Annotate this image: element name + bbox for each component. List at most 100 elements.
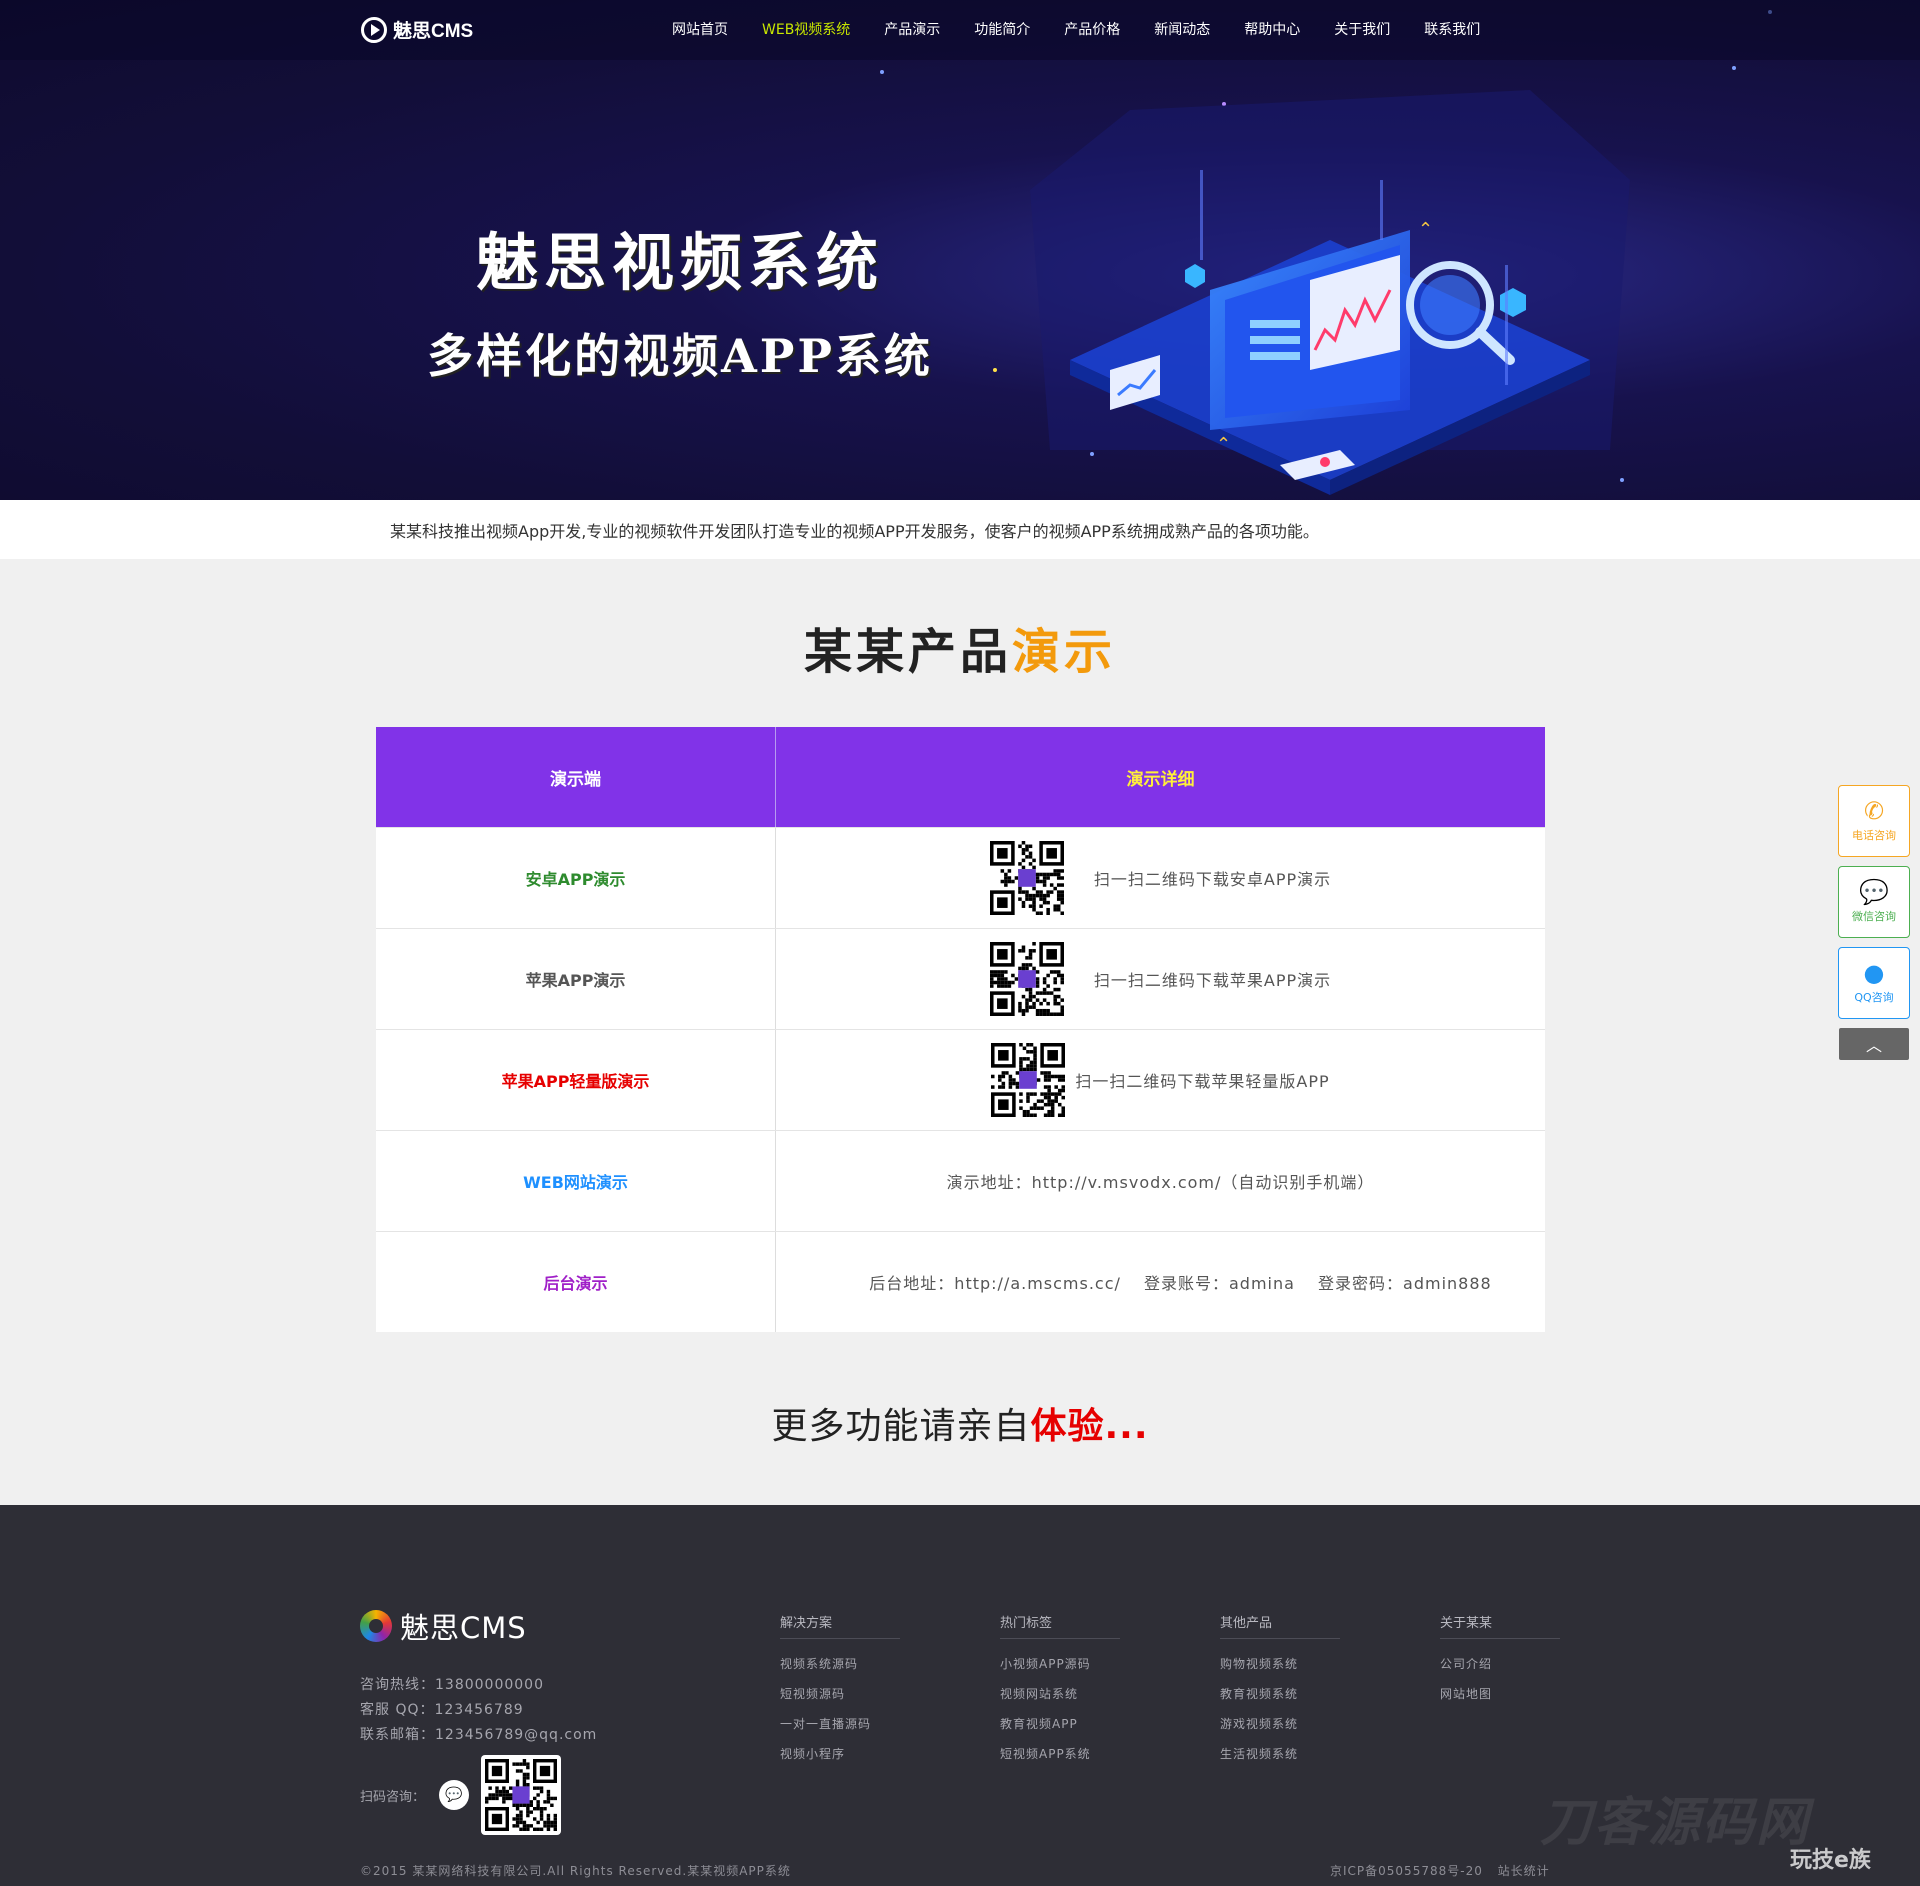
- contact-phone: 咨询热线：13800000000: [360, 1677, 544, 1693]
- footer-link[interactable]: 小视频APP源码: [1000, 1649, 1120, 1679]
- footer-contact: 咨询热线：13800000000 客服 QQ：123456789 联系邮箱：12…: [360, 1673, 597, 1748]
- contact-qq: 客服 QQ：123456789: [360, 1702, 524, 1718]
- table-row: 后台演示 后台地址：http://a.mscms.cc/ 登录账号：admina…: [376, 1231, 1545, 1332]
- contact-email: 联系邮箱：123456789@qq.com: [360, 1727, 598, 1743]
- footer-icp: 京ICP备05055788号-20 站长统计: [1330, 1862, 1550, 1879]
- footer-link[interactable]: 生活视频系统: [1220, 1739, 1340, 1769]
- footer-link[interactable]: 视频小程序: [780, 1739, 900, 1769]
- footer-col-title: 热门标签: [1000, 1612, 1120, 1639]
- row-details: 演示地址：http://v.msvodx.com/（自动识别手机端）: [776, 1131, 1545, 1231]
- footer-logo-text: 魅思CMS: [400, 1611, 527, 1645]
- phone-icon: ✆: [1863, 797, 1885, 825]
- section-title: 某某产品演示: [0, 612, 1920, 682]
- chevron-up-icon: ︿: [1865, 1036, 1882, 1055]
- table-row: 苹果APP轻量版演示 扫一扫二维码下载苹果轻量版APP: [376, 1029, 1545, 1130]
- footer-link[interactable]: 教育视频APP: [1000, 1709, 1120, 1739]
- footer-logo[interactable]: 魅思CMS: [360, 1605, 527, 1647]
- logo-text: 魅思CMS: [393, 21, 474, 42]
- demo-table: 演示端 演示详细 安卓APP演示 扫一扫二维码下载安卓APP演示 苹果APP演示…: [376, 727, 1545, 1332]
- hero-banner: 魅思CMS 网站首页 WEB视频系统 产品演示 功能简介 产品价格 新闻动态 帮…: [0, 0, 1920, 500]
- watermark: 刀客源码网: [1540, 1793, 1811, 1853]
- row-details: 扫一扫二维码下载安卓APP演示: [776, 828, 1545, 928]
- stats-link[interactable]: 站长统计: [1498, 1864, 1550, 1878]
- row-details: 扫一扫二维码下载苹果APP演示: [776, 929, 1545, 1029]
- qq-consult-label: QQ咨询: [1854, 991, 1894, 1004]
- more-features-text: 更多功能请亲自体验...: [0, 1397, 1920, 1449]
- footer-link[interactable]: 一对一直播源码: [780, 1709, 900, 1739]
- side-float-bar: ✆ 电话咨询 💬 微信咨询 ● QQ咨询 ︿: [1838, 785, 1910, 1060]
- menu-contact[interactable]: 联系我们: [1424, 19, 1480, 39]
- footer-link[interactable]: 视频网站系统: [1000, 1679, 1120, 1709]
- back-to-top-button[interactable]: ︿: [1839, 1028, 1909, 1060]
- row-details: 扫一扫二维码下载苹果轻量版APP: [776, 1030, 1545, 1130]
- more-text: 更多功能请亲自: [771, 1406, 1031, 1447]
- intro-strip: 某某科技推出视频App开发,专业的视频软件开发团队打造专业的视频APP开发服务，…: [0, 500, 1920, 559]
- watermark-corner: 玩技e族: [1790, 1848, 1871, 1873]
- footer-link[interactable]: 购物视频系统: [1220, 1649, 1340, 1679]
- row-platform-admin: 后台演示: [376, 1232, 776, 1332]
- footer-link[interactable]: 公司介绍: [1440, 1649, 1560, 1679]
- table-header: 演示端 演示详细: [376, 727, 1545, 827]
- icp-link[interactable]: 京ICP备05055788号-20: [1330, 1864, 1483, 1878]
- wechat-consult-label: 微信咨询: [1852, 910, 1896, 923]
- menu-features[interactable]: 功能简介: [974, 19, 1030, 39]
- phone-consult-label: 电话咨询: [1852, 829, 1896, 842]
- row-detail-link[interactable]: 演示地址：http://v.msvodx.com/（自动识别手机端）: [947, 1169, 1375, 1193]
- footer-link[interactable]: 教育视频系统: [1220, 1679, 1340, 1709]
- qr-code-icon: [989, 942, 1064, 1016]
- header-details: 演示详细: [1126, 769, 1195, 790]
- footer-link[interactable]: 短视频APP系统: [1000, 1739, 1120, 1769]
- row-platform-ios: 苹果APP演示: [376, 929, 776, 1029]
- hero-heading: 魅思视频系统 多样化的视频APP系统: [400, 212, 960, 386]
- footer-col-title: 关于某某: [1440, 1612, 1560, 1639]
- menu-news[interactable]: 新闻动态: [1154, 19, 1210, 39]
- row-detail-text: 扫一扫二维码下载安卓APP演示: [1093, 870, 1332, 889]
- footer-qr-code-icon: [481, 1755, 562, 1835]
- footer-col-solutions: 解决方案 视频系统源码 短视频源码 一对一直播源码 视频小程序: [780, 1612, 900, 1769]
- main-menu: 网站首页 WEB视频系统 产品演示 功能简介 产品价格 新闻动态 帮助中心 关于…: [672, 19, 1514, 39]
- phone-consult-button[interactable]: ✆ 电话咨询: [1838, 785, 1910, 857]
- menu-pricing[interactable]: 产品价格: [1064, 19, 1120, 39]
- table-row: WEB网站演示 演示地址：http://v.msvodx.com/（自动识别手机…: [376, 1130, 1545, 1231]
- footer-link[interactable]: 游戏视频系统: [1220, 1709, 1340, 1739]
- qq-consult-button[interactable]: ● QQ咨询: [1838, 947, 1910, 1019]
- hero-title: 魅思视频系统: [475, 226, 884, 299]
- colorful-ring-logo-icon: [360, 1610, 392, 1642]
- menu-demo[interactable]: 产品演示: [884, 19, 940, 39]
- copyright: ©2015 某某网络科技有限公司.All Rights Reserved.某某视…: [360, 1864, 791, 1878]
- footer-link[interactable]: 网站地图: [1440, 1679, 1560, 1709]
- row-detail-link[interactable]: 后台地址：http://a.mscms.cc/ 登录账号：admina 登录密码…: [869, 1270, 1491, 1294]
- footer-col-title: 其他产品: [1220, 1612, 1340, 1639]
- menu-web-video[interactable]: WEB视频系统: [762, 19, 850, 39]
- wechat-icon: 💬: [1859, 878, 1889, 906]
- site-logo[interactable]: 魅思CMS: [361, 16, 473, 43]
- row-detail-text: 扫一扫二维码下载苹果轻量版APP: [1075, 1072, 1330, 1091]
- row-detail-text: 扫一扫二维码下载苹果APP演示: [1093, 971, 1332, 990]
- more-highlight: 体验...: [1030, 1406, 1149, 1447]
- row-platform-android: 安卓APP演示: [376, 828, 776, 928]
- isometric-dashboard-illustration: ⌃ ⌃: [1030, 90, 1630, 495]
- wechat-icon: 💬: [439, 1780, 470, 1810]
- menu-about[interactable]: 关于我们: [1334, 19, 1390, 39]
- footer-col-about: 关于某某 公司介绍 网站地图: [1440, 1612, 1560, 1709]
- qq-penguin-icon: ●: [1863, 959, 1885, 987]
- row-platform-ios-lite: 苹果APP轻量版演示: [376, 1030, 776, 1130]
- footer-scan: 扫码咨询： 💬: [360, 1755, 562, 1835]
- menu-help[interactable]: 帮助中心: [1244, 19, 1300, 39]
- header-platform: 演示端: [376, 727, 776, 827]
- qr-code-icon: [991, 1043, 1066, 1117]
- footer-link[interactable]: 短视频源码: [780, 1679, 900, 1709]
- svg-text:⌃: ⌃: [1418, 219, 1433, 240]
- hero-subtitle: 多样化的视频APP系统: [427, 329, 933, 383]
- star-dot: [993, 368, 997, 372]
- star-dot: [1732, 66, 1736, 70]
- row-platform-web: WEB网站演示: [376, 1131, 776, 1231]
- scan-label: 扫码咨询：: [360, 1789, 426, 1805]
- section-title-main: 某某产品: [803, 624, 1012, 680]
- table-row: 苹果APP演示 扫一扫二维码下载苹果APP演示: [376, 928, 1545, 1029]
- wechat-consult-button[interactable]: 💬 微信咨询: [1838, 866, 1910, 938]
- footer-link[interactable]: 视频系统源码: [780, 1649, 900, 1679]
- qr-code-icon: [989, 841, 1064, 915]
- menu-home[interactable]: 网站首页: [672, 19, 728, 39]
- top-nav: 魅思CMS 网站首页 WEB视频系统 产品演示 功能简介 产品价格 新闻动态 帮…: [0, 0, 1920, 60]
